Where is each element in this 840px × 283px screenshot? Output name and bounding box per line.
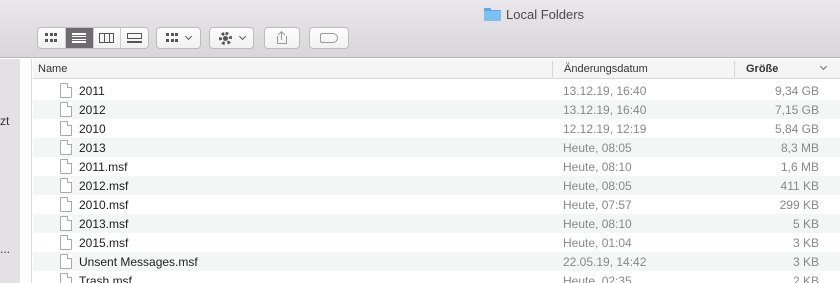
document-icon bbox=[60, 102, 72, 117]
tag-button[interactable] bbox=[309, 27, 349, 49]
file-size: 411 KB bbox=[780, 179, 819, 193]
view-mode-segmented-control bbox=[37, 27, 149, 49]
group-by-button[interactable] bbox=[156, 27, 201, 49]
sidebar-splitter[interactable] bbox=[20, 59, 32, 283]
document-icon bbox=[60, 197, 72, 212]
file-name: Unsent Messages.msf bbox=[79, 255, 198, 269]
folder-icon bbox=[484, 7, 501, 21]
file-size: 7,15 GB bbox=[774, 103, 819, 117]
file-row[interactable]: 2011 13.12.19, 16:40 9,34 GB bbox=[33, 81, 840, 100]
window-title: Local Folders bbox=[484, 6, 584, 22]
file-modified-date: Heute, 08:10 bbox=[563, 217, 632, 231]
document-icon bbox=[60, 83, 72, 98]
file-row[interactable]: Unsent Messages.msf 22.05.19, 14:42 3 KB bbox=[33, 252, 840, 271]
document-icon bbox=[60, 121, 72, 136]
chevron-down-icon bbox=[184, 32, 193, 41]
file-row[interactable]: 2012.msf Heute, 08:05 411 KB bbox=[33, 176, 840, 195]
file-size: 3 KB bbox=[792, 255, 819, 269]
document-icon bbox=[60, 178, 72, 193]
file-row[interactable]: 2013.msf Heute, 08:10 5 KB bbox=[33, 214, 840, 233]
file-modified-date: Heute, 07:57 bbox=[563, 198, 632, 212]
tag-icon bbox=[320, 33, 338, 43]
file-name: 2011.msf bbox=[79, 160, 128, 174]
file-name: 2011 bbox=[79, 84, 105, 98]
file-name: 2013.msf bbox=[79, 217, 129, 231]
sidebar: zt ... bbox=[0, 59, 20, 283]
file-row[interactable]: 2013 Heute, 08:05 8,3 MB bbox=[33, 138, 840, 157]
window-title-text: Local Folders bbox=[506, 6, 585, 22]
gear-icon bbox=[218, 31, 232, 45]
file-modified-date: Heute, 08:05 bbox=[563, 141, 632, 155]
file-modified-date: 12.12.19, 12:19 bbox=[563, 122, 647, 136]
file-row[interactable]: 2010.msf Heute, 07:57 299 KB bbox=[33, 195, 840, 214]
sort-chevron-icon[interactable] bbox=[819, 62, 828, 71]
file-name: 2012 bbox=[79, 103, 106, 117]
file-size: 8,3 MB bbox=[780, 141, 819, 155]
file-size: 299 KB bbox=[779, 198, 819, 212]
share-icon bbox=[277, 30, 287, 44]
column-header-size[interactable]: Größe bbox=[746, 59, 778, 79]
file-row[interactable]: Trash.msf Heute, 02:35 2 KB bbox=[33, 271, 840, 283]
column-header-name[interactable]: Name bbox=[38, 59, 67, 79]
file-modified-date: Heute, 02:35 bbox=[563, 274, 632, 283]
file-size: 9,34 GB bbox=[774, 84, 819, 98]
file-modified-date: 13.12.19, 16:40 bbox=[563, 103, 647, 117]
file-name: 2015.msf bbox=[79, 236, 129, 250]
file-row[interactable]: 2015.msf Heute, 01:04 3 KB bbox=[33, 233, 840, 252]
file-name: 2013 bbox=[79, 141, 106, 155]
list-view-button[interactable] bbox=[65, 28, 94, 48]
group-grid-icon bbox=[166, 33, 178, 43]
file-modified-date: 22.05.19, 14:42 bbox=[563, 255, 647, 269]
file-modified-date: 13.12.19, 16:40 bbox=[563, 84, 647, 98]
file-size: 3 KB bbox=[792, 236, 819, 250]
file-size: 5 KB bbox=[792, 217, 819, 231]
file-modified-date: Heute, 01:04 bbox=[563, 236, 632, 250]
file-size: 2 KB bbox=[792, 274, 819, 283]
file-row[interactable]: 2010 12.12.19, 12:19 5,84 GB bbox=[33, 119, 840, 138]
document-icon bbox=[60, 235, 72, 250]
window-titlebar: Local Folders bbox=[0, 0, 840, 58]
document-icon bbox=[60, 273, 72, 283]
document-icon bbox=[60, 159, 72, 174]
column-divider[interactable] bbox=[552, 61, 553, 77]
document-icon bbox=[60, 254, 72, 269]
action-menu-button[interactable] bbox=[209, 27, 254, 49]
file-modified-date: Heute, 08:05 bbox=[563, 179, 632, 193]
file-row[interactable]: 2012 13.12.19, 16:40 7,15 GB bbox=[33, 100, 840, 119]
grid-icon bbox=[45, 33, 58, 43]
column-divider[interactable] bbox=[734, 61, 735, 77]
chevron-down-icon bbox=[238, 32, 246, 41]
icon-view-button[interactable] bbox=[38, 28, 66, 48]
file-modified-date: Heute, 08:10 bbox=[563, 160, 632, 174]
file-name: 2010.msf bbox=[79, 198, 129, 212]
share-button[interactable] bbox=[264, 27, 300, 49]
document-icon bbox=[60, 140, 72, 155]
sidebar-text-fragment[interactable]: zt bbox=[0, 114, 9, 128]
list-icon bbox=[72, 33, 87, 43]
document-icon bbox=[60, 216, 72, 231]
columns-icon bbox=[99, 33, 115, 43]
file-row[interactable]: 2011.msf Heute, 08:10 1,6 MB bbox=[33, 157, 840, 176]
gallery-view-button[interactable] bbox=[121, 28, 148, 48]
sidebar-text-fragment[interactable]: ... bbox=[0, 242, 10, 256]
column-header-date[interactable]: Änderungsdatum bbox=[564, 59, 648, 79]
file-list: 2011 13.12.19, 16:40 9,34 GB 2012 13.12.19, … bbox=[33, 81, 840, 283]
file-name: 2012.msf bbox=[79, 179, 129, 193]
file-size: 1,6 MB bbox=[780, 160, 819, 174]
gallery-icon bbox=[127, 32, 143, 44]
file-name: 2010 bbox=[79, 122, 106, 136]
column-header: Name Änderungsdatum Größe bbox=[33, 59, 840, 79]
column-view-button[interactable] bbox=[94, 28, 122, 48]
file-name: Trash.msf bbox=[79, 274, 132, 283]
file-size: 5,84 GB bbox=[774, 122, 819, 136]
